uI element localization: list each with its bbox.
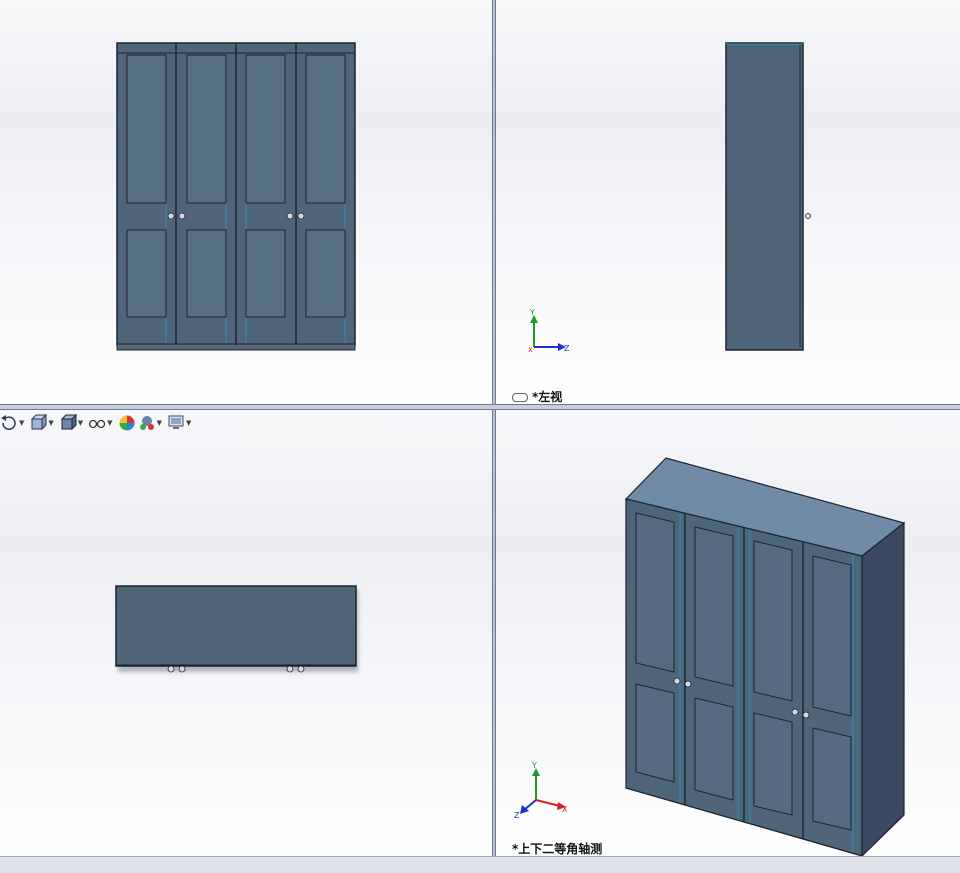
axis-x-label: X: [562, 805, 568, 814]
viewport-left[interactable]: Y Z X *左视: [496, 0, 960, 404]
viewport-top[interactable]: ▼ ▼ ▼ ▼ ▼ ▼: [0, 410, 492, 856]
viewport-front[interactable]: [0, 0, 492, 404]
viewport-dimetric[interactable]: Y X Z *上下二等角轴测: [496, 410, 960, 856]
axis-z-label: Z: [564, 344, 570, 353]
axis-y-label: Y: [529, 308, 535, 317]
status-bar: [0, 856, 960, 873]
view-name-text: *左视: [532, 390, 563, 404]
viewport-splitter-vertical[interactable]: [492, 0, 496, 856]
wardrobe-front-view: [116, 42, 356, 351]
axis-triad: Y X Z: [514, 761, 568, 820]
axis-x-label: X: [528, 346, 533, 354]
wardrobe-top-view: [115, 585, 358, 673]
axis-z-label: Z: [514, 811, 520, 820]
axis-y-label: Y: [531, 761, 537, 770]
axis-triad: Y Z X: [528, 308, 570, 354]
view-name-label: *左视: [512, 388, 562, 404]
view-name-label: *上下二等角轴测: [512, 842, 603, 856]
viewport-splitter-horizontal[interactable]: [0, 404, 960, 410]
link-views-icon[interactable]: [512, 393, 528, 402]
